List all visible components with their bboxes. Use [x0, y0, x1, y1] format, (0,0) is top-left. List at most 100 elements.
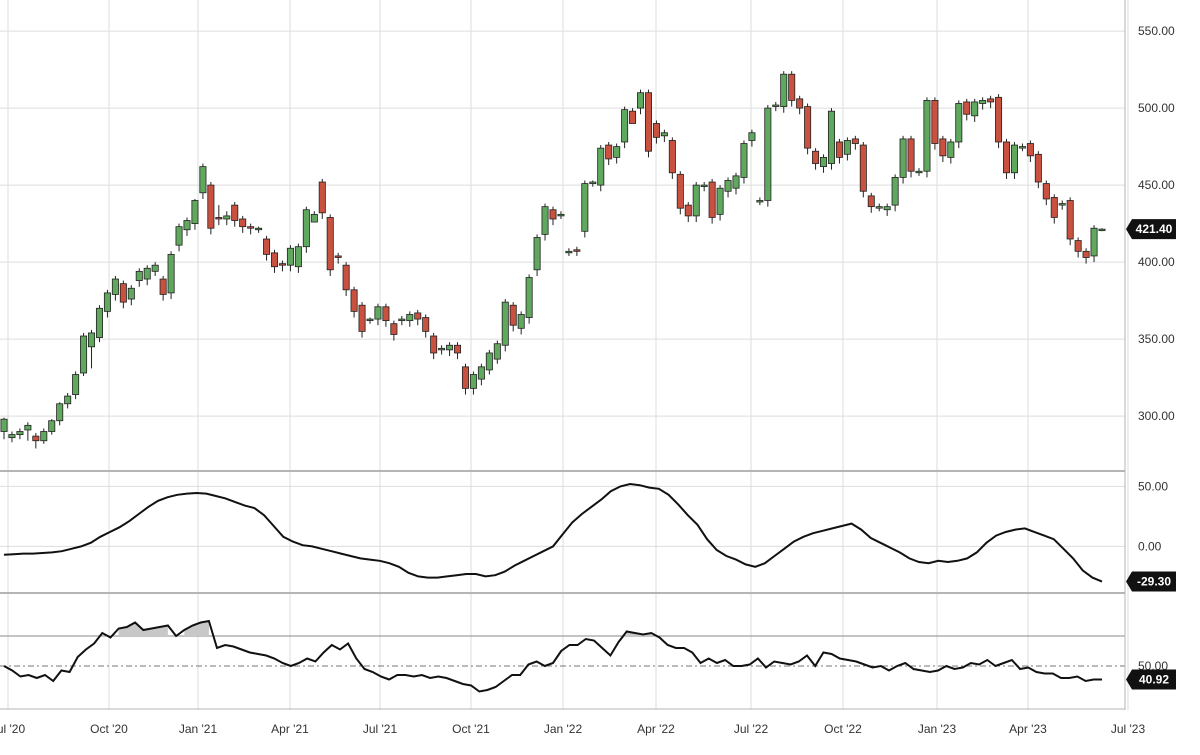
candle-body — [390, 323, 398, 335]
candle-body — [549, 209, 557, 220]
candle-body — [461, 366, 469, 389]
candle-body — [446, 344, 454, 351]
candle-body — [167, 253, 175, 294]
candle-body — [1026, 143, 1034, 157]
candle-body — [541, 206, 549, 235]
osc-tick-label: 50.00 — [1138, 479, 1168, 493]
candle-body — [1090, 227, 1098, 257]
candle-body — [565, 250, 573, 254]
candlestick-series — [0, 71, 1106, 449]
candle-body — [247, 226, 255, 229]
candle-body — [637, 92, 645, 109]
candle-body — [223, 215, 231, 220]
x-tick-label: Oct '22 — [824, 722, 862, 736]
candle-body — [859, 144, 867, 192]
candle-body — [716, 187, 724, 215]
candle-body — [302, 209, 310, 248]
price-last-tag-label: 421.40 — [1136, 222, 1173, 236]
candle-body — [263, 238, 271, 255]
osc-last-tag-label: -29.30 — [1137, 575, 1171, 589]
candle-body — [573, 249, 581, 252]
candle-body — [485, 352, 493, 371]
candle-body — [923, 100, 931, 172]
candle-body — [215, 217, 223, 220]
candle-body — [668, 140, 676, 174]
candle-body — [820, 156, 828, 168]
price-tick-label: 550.00 — [1138, 24, 1175, 38]
x-tick-label: Jul '22 — [734, 722, 769, 736]
candle-body — [835, 141, 843, 158]
candle-body — [32, 435, 40, 442]
candle-body — [207, 184, 215, 229]
candle-body — [851, 138, 859, 144]
x-tick-label: Jan '23 — [918, 722, 957, 736]
candle-body — [700, 184, 708, 188]
candle-body — [732, 175, 740, 189]
candle-body — [1082, 250, 1090, 258]
candle-body — [509, 304, 517, 326]
candle-body — [955, 103, 963, 143]
candle-body — [533, 237, 541, 271]
last-value-tags: 421.40 -29.30 40.92 — [1126, 219, 1176, 690]
x-axis-ticks: Jul '20 Oct '20 Jan '21 Apr '21 Jul '21 Oct '… — [0, 722, 1145, 736]
candle-body — [183, 220, 191, 231]
candle-body — [867, 195, 875, 208]
candle-body — [883, 206, 891, 211]
candle-body — [708, 181, 716, 218]
candle-body — [621, 109, 629, 143]
candle-body — [1058, 203, 1066, 206]
candle-body — [1098, 228, 1106, 232]
candle-body — [597, 147, 605, 186]
candle-body — [430, 335, 438, 354]
candle-body — [812, 150, 820, 164]
candle-body — [382, 306, 390, 322]
candle-body — [342, 264, 350, 291]
candle-body — [286, 247, 294, 266]
candle-body — [581, 183, 589, 232]
candle-body — [629, 110, 637, 124]
candle-body — [350, 289, 358, 312]
price-tick-label: 300.00 — [1138, 409, 1175, 423]
candle-body — [995, 96, 1003, 143]
x-tick-label: Apr '21 — [271, 722, 309, 736]
candle-body — [255, 227, 263, 231]
candle-body — [64, 395, 72, 405]
x-tick-label: Oct '21 — [452, 722, 490, 736]
x-tick-label: Jan '21 — [179, 722, 218, 736]
candle-body — [1074, 240, 1082, 252]
candle-body — [438, 347, 446, 351]
candle-body — [724, 180, 732, 192]
candle-body — [907, 138, 915, 172]
candle-body — [780, 73, 788, 107]
rsi-last-tag-label: 40.92 — [1139, 673, 1169, 687]
candle-body — [318, 181, 326, 214]
candle-body — [72, 374, 80, 395]
candle-body — [1050, 197, 1058, 218]
candle-body — [605, 144, 613, 160]
candle-body — [684, 204, 692, 217]
x-tick-label: Jan '22 — [544, 722, 583, 736]
candle-body — [199, 166, 207, 194]
candle-body — [239, 218, 247, 228]
candle-body — [48, 420, 56, 432]
candle-body — [278, 263, 286, 266]
candle-body — [334, 255, 342, 258]
candle-body — [175, 226, 183, 246]
candle-body — [422, 317, 430, 332]
candle-body — [979, 100, 987, 104]
candle-body — [843, 140, 851, 155]
candle-body — [88, 332, 96, 348]
candle-body — [16, 431, 24, 435]
candle-body — [1034, 153, 1042, 183]
candle-body — [1018, 146, 1026, 149]
candle-body — [191, 200, 199, 225]
candle-body — [971, 101, 979, 117]
candle-body — [644, 92, 652, 152]
price-tick-label: 350.00 — [1138, 332, 1175, 346]
candle-body — [613, 146, 621, 158]
candle-body — [310, 213, 318, 223]
candle-body — [56, 403, 64, 422]
candle-body — [469, 374, 477, 389]
candle-body — [231, 204, 239, 221]
price-tick-label: 450.00 — [1138, 178, 1175, 192]
